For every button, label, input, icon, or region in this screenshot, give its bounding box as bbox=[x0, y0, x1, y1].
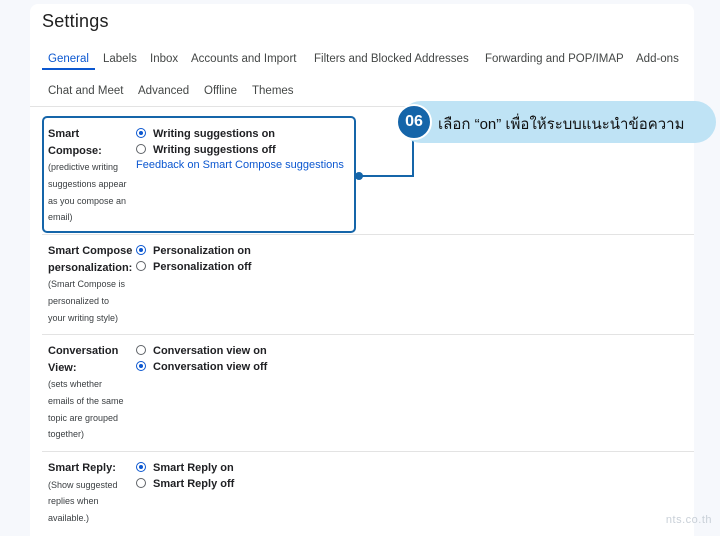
watermark: nts.co.th bbox=[665, 514, 712, 526]
smart-reply-desc-2: replies when bbox=[48, 496, 99, 507]
tab-add-ons[interactable]: Add-ons bbox=[630, 48, 685, 72]
tab-inbox[interactable]: Inbox bbox=[144, 48, 184, 72]
personalization-desc-2: personalized to bbox=[48, 295, 110, 306]
smart-reply-off-option[interactable]: Smart Reply off bbox=[136, 476, 234, 492]
smart-reply-desc-3: available.) bbox=[48, 513, 90, 524]
radio-unchecked-icon[interactable] bbox=[136, 261, 146, 271]
step-number-badge: 06 bbox=[396, 104, 432, 140]
tab-filters-and-blocked-addresses[interactable]: Filters and Blocked Addresses bbox=[308, 48, 475, 72]
radio-unchecked-icon[interactable] bbox=[136, 478, 146, 488]
conversation-view-label-block: Conversation View: (sets whether emails … bbox=[48, 343, 138, 443]
tab-themes[interactable]: Themes bbox=[246, 80, 300, 104]
radio-checked-icon[interactable] bbox=[136, 245, 146, 255]
tab-offline[interactable]: Offline bbox=[198, 80, 243, 104]
smart-reply-desc-1: (Show suggested bbox=[48, 479, 118, 490]
conversation-view-off-option[interactable]: Conversation view off bbox=[136, 359, 267, 375]
personalization-on-option[interactable]: Personalization on bbox=[136, 243, 251, 259]
conversation-view-desc-1: (sets whether bbox=[48, 379, 103, 389]
tutorial-callout-text: เลือก “on” เพื่อให้ระบบแนะนำข้อความ bbox=[438, 116, 685, 133]
personalization-label: Smart Compose bbox=[48, 245, 133, 257]
radio-unchecked-icon[interactable] bbox=[136, 345, 146, 355]
conversation-view-desc-3: topic are grouped bbox=[48, 412, 119, 423]
personalization-off-option[interactable]: Personalization off bbox=[136, 259, 251, 275]
conversation-view-on-option[interactable]: Conversation view on bbox=[136, 343, 267, 359]
tab-advanced[interactable]: Advanced bbox=[132, 80, 195, 104]
smart-reply-on-option[interactable]: Smart Reply on bbox=[136, 460, 234, 476]
personalization-desc-3: your writing style) bbox=[48, 312, 119, 323]
tab-labels[interactable]: Labels bbox=[97, 48, 143, 72]
tab-accounts-and-import[interactable]: Accounts and Import bbox=[185, 48, 302, 72]
tab-forwarding-and-pop-imap[interactable]: Forwarding and POP/IMAP bbox=[479, 48, 630, 72]
row-divider bbox=[42, 451, 694, 452]
conversation-view-desc-2: emails of the same bbox=[48, 395, 124, 406]
callout-connector-dot bbox=[355, 172, 363, 180]
personalization-label-line2: personalization: bbox=[48, 261, 133, 274]
tab-chat-and-meet[interactable]: Chat and Meet bbox=[42, 80, 129, 104]
conversation-view-label-line2: View: bbox=[48, 361, 77, 374]
radio-checked-icon[interactable] bbox=[136, 462, 146, 472]
page-title: Settings bbox=[42, 11, 109, 31]
radio-checked-icon[interactable] bbox=[136, 361, 146, 371]
smart-compose-highlight-box bbox=[42, 116, 356, 233]
smart-reply-label-block: Smart Reply: (Show suggested replies whe… bbox=[48, 460, 138, 527]
personalization-label-block: Smart Compose personalization: (Smart Co… bbox=[48, 243, 138, 326]
conversation-view-label: Conversation bbox=[48, 345, 119, 357]
row-divider bbox=[42, 234, 694, 235]
smart-reply-label: Smart Reply: bbox=[48, 462, 116, 474]
conversation-view-desc-4: together) bbox=[48, 429, 85, 440]
tab-general[interactable]: General bbox=[42, 48, 95, 70]
personalization-desc-1: (Smart Compose is bbox=[48, 279, 126, 289]
row-divider bbox=[42, 334, 694, 335]
callout-connector-line bbox=[358, 175, 414, 177]
